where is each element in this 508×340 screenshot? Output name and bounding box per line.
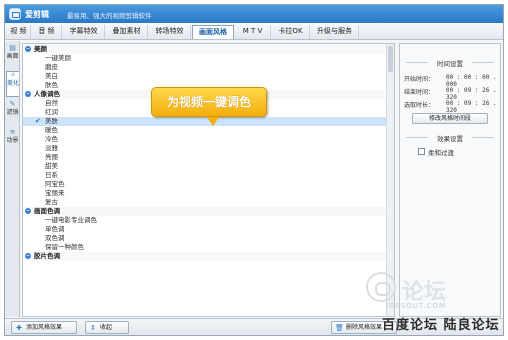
list-item[interactable]: 暖色 [23,126,386,135]
list-group-beauty[interactable]: − 美颜 [23,45,386,54]
tab-audio[interactable]: 音 频 [32,25,62,39]
side-tab-label: 动景 [6,137,19,144]
tab-video[interactable]: 视 频 [7,25,31,39]
add-style-label: 添加风格效果 [26,324,63,331]
group-label: 胶片色调 [34,252,60,260]
collapse-label: 收起 [100,324,113,331]
collapse-arrows-icon: ⇕ [90,324,96,332]
group-label: 人像调色 [34,90,60,98]
time-settings-title: 时间设置 [400,58,500,68]
collapse-icon: − [25,91,31,97]
main-menu-tabs: 视 频 音 频 字幕特效 叠加素材 转场特效 画面风格 M T V 卡拉OK 升… [5,23,503,40]
list-item[interactable]: 亮丽 [23,153,386,162]
group-label: 美颜 [34,45,47,53]
list-item[interactable]: 甜美 [23,162,386,171]
callout-bubble: 为视频一键调色 [151,87,267,117]
title-bar: 爱剪辑 最易用、强大的视频剪辑软件 [5,5,503,23]
add-icon: ✚ [16,324,22,332]
list-item[interactable]: 磨皮 [23,63,386,72]
collapse-icon: − [25,253,31,259]
list-item[interactable]: 一键美颜 [23,54,386,63]
tab-transition-effects[interactable]: 转场特效 [149,25,191,39]
list-item[interactable]: 阿宝色 [23,180,386,189]
start-time-label: 开始时间： [404,76,435,83]
filter-icon: ✎ [9,100,16,108]
list-item[interactable]: 一键电影专业调色 [23,216,386,225]
tab-picture-style[interactable]: 画面风格 [192,25,234,39]
checkmark-icon: ✔ [35,117,41,125]
side-tab-motion[interactable]: ≋ 动景 [6,128,19,145]
side-tab-filter[interactable]: ✎ 滤镜 [6,100,19,117]
side-tab-beautify[interactable]: ✧ 美化 [6,71,19,97]
add-style-button[interactable]: ✚ 添加风格效果 [11,321,77,334]
style-list: − 美颜 一键美颜 磨皮 美白 肤色 − 人像调色 自然 红润 ✔ 美肤 暖色 冷色 … [22,43,395,317]
group-label: 画面色调 [34,207,60,215]
duration-label: 选取时长： [404,102,435,109]
side-tabs: ▤ 画面 ✧ 美化 ✎ 滤镜 ≋ 动景 [5,41,20,317]
list-item[interactable]: 单色调 [23,225,386,234]
side-tab-label: 滤镜 [6,109,19,116]
duration-field[interactable]: 00 : 09 : 26 . 320 [446,100,500,114]
tab-overlay-materials[interactable]: 叠加素材 [106,25,148,39]
list-item[interactable]: 双色调 [23,234,386,243]
end-time-field[interactable]: 00 : 09 : 26 . 320 [446,87,500,101]
modify-time-button[interactable]: 修改风格时间段 [412,113,488,124]
list-item[interactable]: 美白 [23,72,386,81]
collapse-icon: − [25,46,31,52]
trash-icon: 🗑 [335,324,344,332]
smooth-transition-label: 柔和过渡 [428,149,454,157]
list-group-film[interactable]: − 胶片色调 [23,252,386,261]
tab-karaoke[interactable]: 卡拉OK [272,25,310,39]
tab-upgrade-service[interactable]: 升级与服务 [311,25,359,39]
side-tab-label: 画面 [6,53,19,60]
smooth-transition-checkbox[interactable] [418,148,425,155]
scrollbar-thumb[interactable] [388,46,393,72]
list-group-tone[interactable]: − 画面色调 [23,207,386,216]
effect-settings-title: 效果设置 [400,133,500,143]
list-item[interactable]: 保留一种颜色 [23,243,386,252]
list-item[interactable]: 宝丽来 [23,189,386,198]
watermark-logo-icon [366,272,396,302]
watermark-site: 百度论坛 陆良论坛 [382,318,500,333]
callout-pointer [207,117,219,126]
app-slogan: 最易用、强大的视频剪辑软件 [67,12,152,20]
list-item-label: 美肤 [45,117,58,125]
app-name: 爱剪辑 [25,10,49,19]
collapse-button[interactable]: ⇕ 收起 [85,321,129,334]
collapse-icon: − [25,208,31,214]
tab-mtv[interactable]: M T V [235,25,271,39]
beautify-icon: ✧ [10,71,16,79]
list-item[interactable]: 淡雅 [23,144,386,153]
end-time-label: 结束时间： [404,89,435,96]
start-time-field[interactable]: 00 : 00 : 00 . 000 [446,74,500,88]
picture-icon: ▤ [9,44,16,52]
watermark-url: IDESOUT.COM [386,302,447,310]
list-item-selected[interactable]: ✔ 美肤 [23,117,386,126]
list-item[interactable]: 冷色 [23,135,386,144]
motion-icon: ≋ [9,128,16,136]
list-item[interactable]: 复古 [23,198,386,207]
watermark: 论坛 IDESOUT.COM 百度论坛 陆良论坛 [356,272,504,334]
app-logo-icon [9,8,21,20]
tab-subtitle-effects[interactable]: 字幕特效 [63,25,105,39]
list-item[interactable]: 日系 [23,171,386,180]
side-tab-label: 美化 [7,80,20,87]
side-tab-picture[interactable]: ▤ 画面 [6,44,19,61]
